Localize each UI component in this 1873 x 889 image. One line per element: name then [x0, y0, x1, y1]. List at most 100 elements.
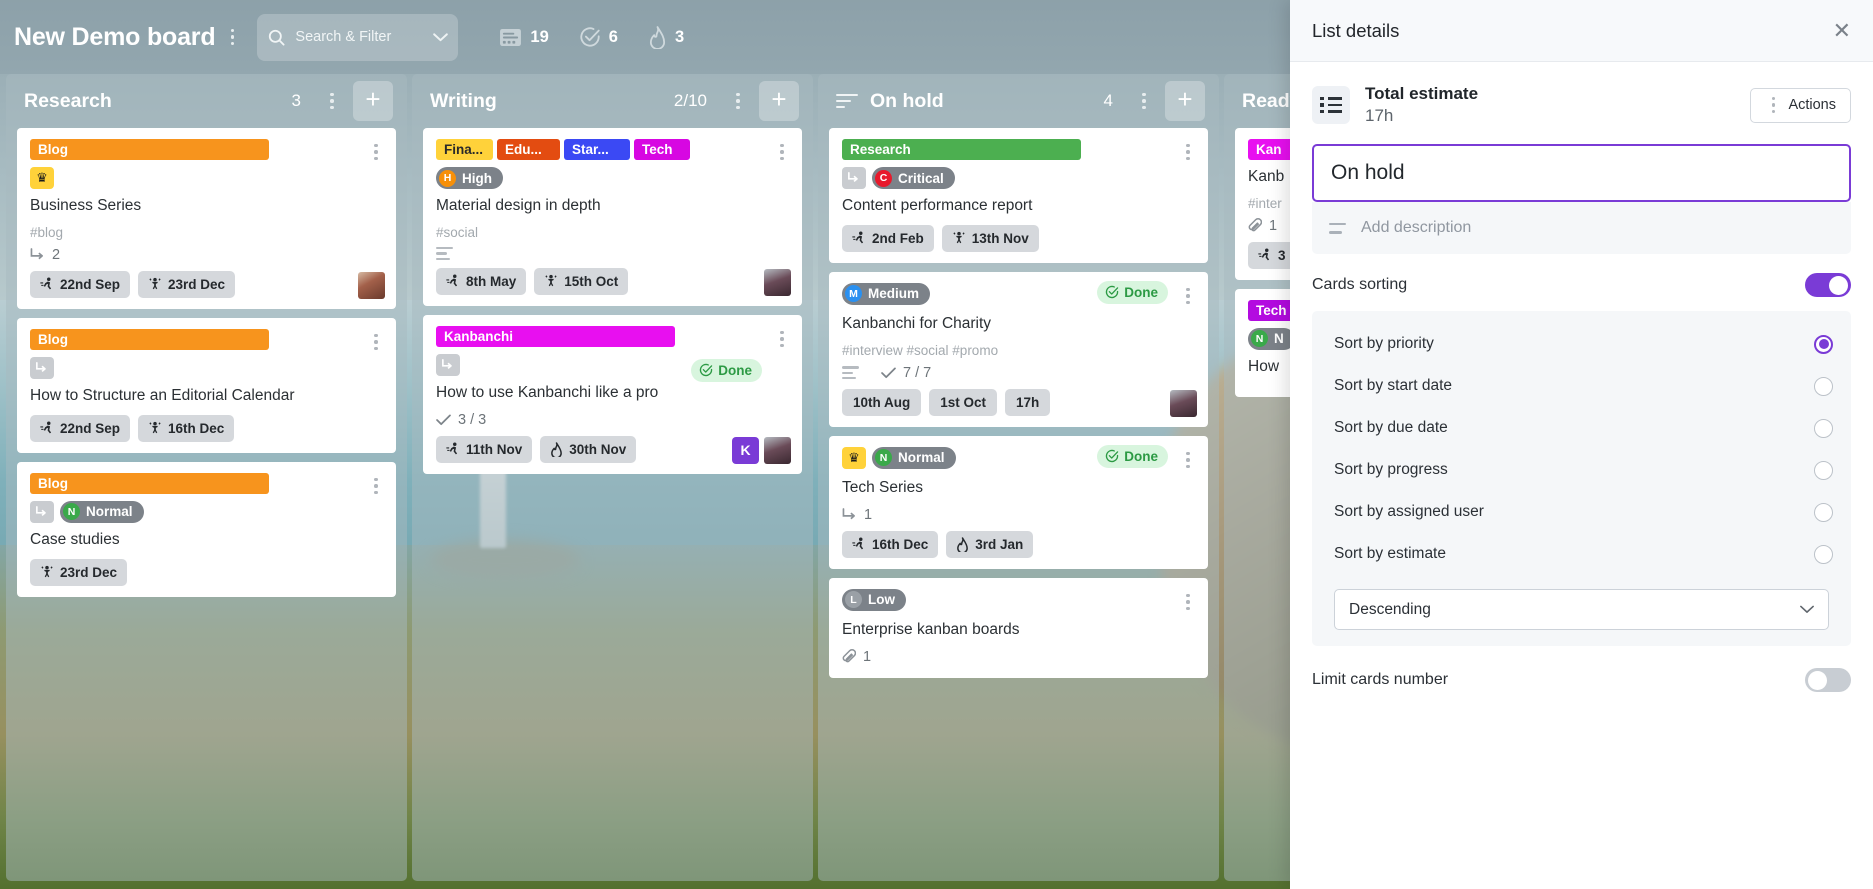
subcard-icon: [30, 356, 54, 379]
list-details-panel: List details ✕ Total estimate 17h Action…: [1290, 0, 1873, 889]
due-date-chip[interactable]: 23rd Dec: [30, 558, 128, 586]
card-menu-icon[interactable]: [771, 138, 793, 166]
start-date-chip[interactable]: 3: [1248, 241, 1296, 269]
list-title[interactable]: On hold: [870, 90, 1094, 113]
card-menu-icon[interactable]: [1177, 138, 1199, 166]
check-circle-icon: [1106, 286, 1119, 299]
start-date-text: 10th Aug: [853, 394, 911, 410]
card-title: How to use Kanbanchi like a pro: [436, 383, 659, 401]
card-editorial-calendar[interactable]: Blog How to Structure an Editorial Calen…: [17, 317, 396, 453]
sort-direction-select[interactable]: Descending: [1334, 589, 1829, 630]
due-date-chip[interactable]: 16th Dec: [138, 414, 235, 442]
estimate-chip[interactable]: 30th Nov: [540, 435, 637, 463]
sort-option-label: Sort by estimate: [1334, 545, 1446, 562]
label-tag: Research: [842, 139, 1081, 160]
card-business-series[interactable]: Blog ♛ Business Series #blog 2 22nd Sep …: [17, 128, 396, 309]
radio-button[interactable]: [1814, 544, 1833, 564]
done-counter[interactable]: 6: [579, 26, 618, 48]
card-menu-icon[interactable]: [1177, 282, 1199, 310]
start-date-chip[interactable]: 22nd Sep: [30, 414, 131, 442]
list-title[interactable]: Research: [24, 90, 282, 113]
add-description-input[interactable]: Add description: [1312, 202, 1851, 254]
card-title: Case studies: [30, 530, 120, 548]
avatar[interactable]: [764, 436, 791, 464]
radio-button[interactable]: [1814, 334, 1833, 354]
start-date-chip[interactable]: 2nd Feb: [842, 224, 934, 252]
card-labels: Blog: [30, 328, 384, 350]
estimate-chip[interactable]: 3rd Jan: [946, 530, 1034, 558]
card-menu-icon[interactable]: [1177, 588, 1199, 616]
flame-icon: [551, 442, 563, 457]
sort-direction-value: Descending: [1349, 600, 1431, 618]
start-date-chip[interactable]: 8th May: [436, 267, 527, 295]
card-menu-icon[interactable]: [365, 472, 387, 500]
card-content-performance-report[interactable]: Research C Critical Content performance …: [829, 128, 1208, 263]
sort-option-priority[interactable]: Sort by priority: [1312, 323, 1851, 365]
start-date-chip[interactable]: 22nd Sep: [30, 270, 131, 298]
card-case-studies[interactable]: Blog N Normal Case studies 23rd Dec: [17, 461, 396, 597]
avatar[interactable]: [358, 271, 385, 299]
actions-button[interactable]: Actions: [1750, 87, 1851, 123]
priority-letter: H: [439, 169, 456, 187]
card-indicators: 7 / 7: [842, 365, 1196, 381]
card-menu-icon[interactable]: [771, 325, 793, 353]
sort-option-start-date[interactable]: Sort by start date: [1312, 365, 1851, 407]
list-header: On hold 4 +: [818, 74, 1219, 128]
add-card-button[interactable]: +: [353, 81, 393, 121]
add-card-button[interactable]: +: [1165, 81, 1205, 121]
sort-option-estimate[interactable]: Sort by estimate: [1312, 533, 1851, 575]
start-date-chip[interactable]: 11th Nov: [436, 435, 533, 463]
check-icon: [881, 367, 896, 378]
sort-option-progress[interactable]: Sort by progress: [1312, 449, 1851, 491]
card-menu-icon[interactable]: [365, 138, 387, 166]
priority-letter: C: [875, 169, 892, 187]
card-indicators: [436, 246, 790, 260]
due-date-chip[interactable]: 23rd Dec: [138, 270, 236, 298]
avatar-initial[interactable]: K: [732, 436, 759, 464]
list-menu-icon[interactable]: [727, 87, 749, 115]
card-title: Content performance report: [842, 197, 1033, 214]
card-title: How to Structure an Editorial Calendar: [30, 386, 295, 404]
card-material-design[interactable]: Fina... Edu... Star... Tech H High Mater…: [423, 128, 802, 306]
radio-button[interactable]: [1814, 502, 1833, 522]
due-date-chip[interactable]: 13th Nov: [941, 224, 1039, 252]
status-badge-text: Done: [1124, 448, 1158, 464]
add-card-button[interactable]: +: [759, 81, 799, 121]
due-date-chip[interactable]: 15th Oct: [534, 267, 629, 295]
due-date-chip[interactable]: 1st Oct: [929, 388, 998, 416]
card-menu-icon[interactable]: [1177, 446, 1199, 474]
search-filter-input[interactable]: Search & Filter: [257, 13, 459, 61]
limit-cards-row: Limit cards number: [1290, 646, 1873, 692]
status-badge: Done: [691, 358, 762, 382]
cards-counter[interactable]: 19: [499, 28, 549, 47]
radio-button[interactable]: [1814, 460, 1833, 480]
list-menu-icon[interactable]: [321, 87, 343, 115]
board-menu-icon[interactable]: [221, 23, 243, 51]
cards-sorting-toggle[interactable]: [1805, 273, 1851, 297]
list-title[interactable]: Writing: [430, 90, 664, 113]
limit-cards-toggle[interactable]: [1805, 668, 1851, 692]
subcard-icon: [30, 500, 54, 523]
card-enterprise-kanban-boards[interactable]: L Low Enterprise kanban boards 1: [829, 577, 1208, 678]
card-menu-icon[interactable]: [365, 328, 387, 356]
list-name-input[interactable]: On hold: [1312, 144, 1851, 202]
card-kanbanchi-for-charity[interactable]: M Medium Done Kanbanchi for Charity #int…: [829, 271, 1208, 427]
estimate-chip[interactable]: 17h: [1005, 388, 1051, 416]
radio-button[interactable]: [1814, 376, 1833, 396]
subcard-arrow-icon: [842, 508, 855, 520]
overdue-counter[interactable]: 3: [648, 25, 684, 49]
card-labels: Blog: [30, 139, 384, 160]
cards-icon: [500, 28, 522, 46]
start-date-chip[interactable]: 16th Dec: [842, 530, 939, 558]
avatar[interactable]: [1170, 389, 1197, 417]
start-date-chip[interactable]: 10th Aug: [842, 388, 922, 416]
list-menu-icon[interactable]: [1133, 87, 1155, 115]
radio-button[interactable]: [1814, 418, 1833, 438]
card-how-to-use-kanbanchi[interactable]: Kanbanchi Done How to use Kanbanchi like…: [423, 314, 802, 474]
card-tech-series[interactable]: ♛ N Normal Done Tech Series 1 16th Dec 3…: [829, 435, 1208, 569]
avatar[interactable]: [764, 268, 791, 296]
close-icon[interactable]: ✕: [1833, 19, 1851, 42]
sort-option-due-date[interactable]: Sort by due date: [1312, 407, 1851, 449]
card-assignees: [358, 271, 385, 299]
sort-option-assigned-user[interactable]: Sort by assigned user: [1312, 491, 1851, 533]
